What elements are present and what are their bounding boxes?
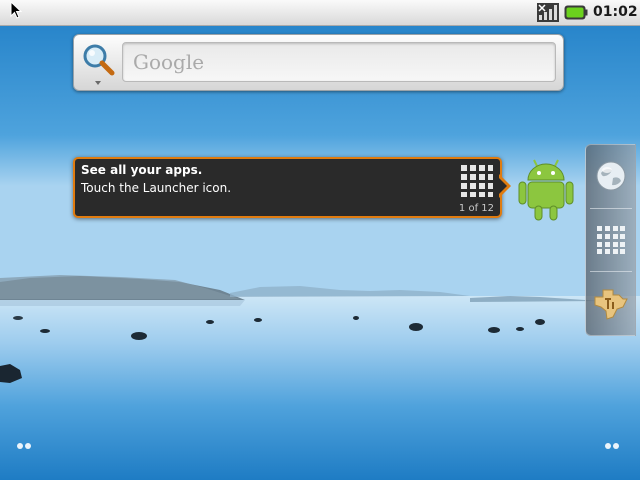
- google-search-widget[interactable]: Google: [73, 34, 564, 91]
- hint-pointer-inner: [498, 177, 507, 195]
- cursor-icon: [10, 1, 22, 19]
- dock-divider: [590, 208, 632, 209]
- search-input[interactable]: Google: [122, 42, 556, 82]
- launcher-hint-bubble[interactable]: See all your apps. Touch the Launcher ic…: [73, 157, 502, 218]
- battery-icon: [564, 5, 588, 20]
- browser-globe-icon[interactable]: [596, 161, 626, 191]
- status-bar: 01:02: [0, 0, 640, 26]
- search-icon[interactable]: [78, 39, 118, 87]
- page-indicator-left[interactable]: [17, 443, 33, 451]
- page-dot: [613, 443, 619, 449]
- search-placeholder: Google: [133, 50, 205, 74]
- page-dot: [17, 443, 23, 449]
- android-icon: [518, 159, 574, 221]
- hint-body: Touch the Launcher icon.: [81, 181, 232, 195]
- ti-logo-icon[interactable]: [593, 287, 629, 321]
- right-dock: [585, 144, 636, 336]
- clock: 01:02: [593, 4, 638, 20]
- hint-counter: 1 of 12: [458, 203, 494, 214]
- page-dot: [25, 443, 31, 449]
- signal-icon: [537, 3, 559, 22]
- page-indicator-right[interactable]: [605, 443, 621, 451]
- hint-title: See all your apps.: [81, 163, 203, 177]
- launcher-grid-icon: [461, 165, 493, 197]
- dock-divider: [590, 271, 632, 272]
- page-dot: [605, 443, 611, 449]
- launcher-grid-icon[interactable]: [597, 226, 625, 254]
